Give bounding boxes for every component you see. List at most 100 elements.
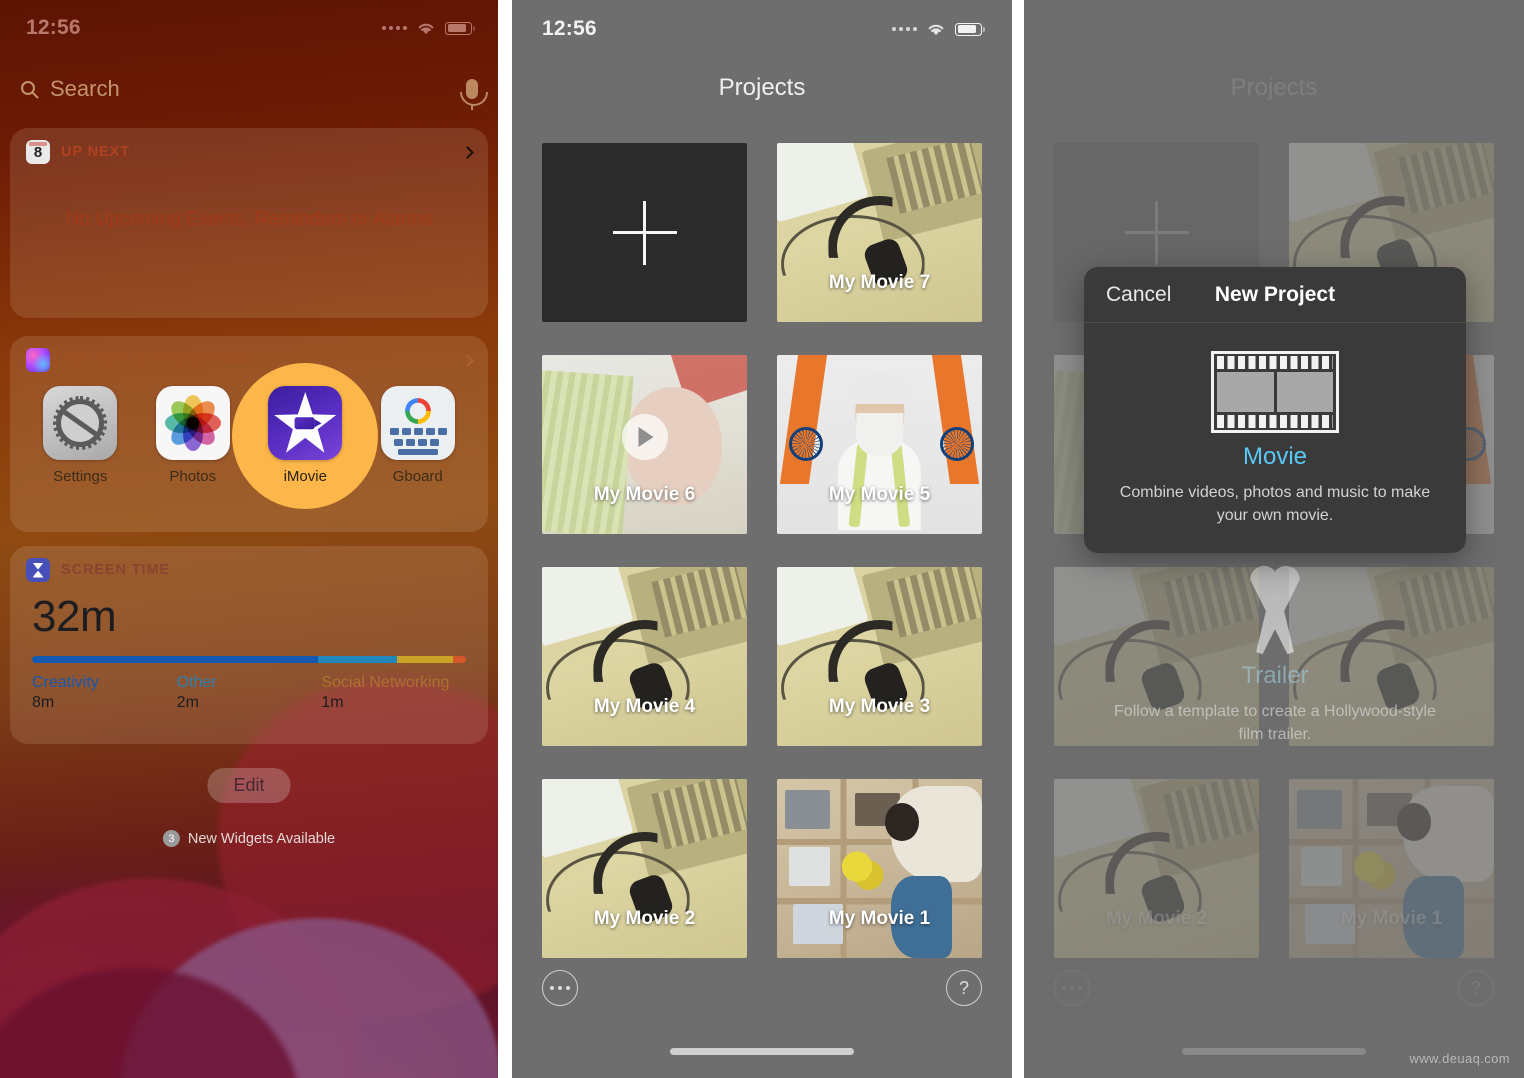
- project-label: My Movie 1: [828, 908, 931, 929]
- gboard-keyboard-icon: [380, 386, 455, 460]
- wifi-icon: [418, 23, 434, 34]
- play-icon: [621, 414, 668, 461]
- project-label: My Movie 2: [593, 908, 696, 929]
- panel-today-view: 12:56 Search 8 UP NEXT No Upcoming Event…: [0, 0, 498, 1078]
- project-thumbnail: [542, 779, 747, 958]
- project-tile[interactable]: My Movie 7: [777, 143, 982, 322]
- legend-item: Creativity 8m: [32, 674, 177, 712]
- movie-option[interactable]: Movie Combine videos, photos and music t…: [1084, 323, 1466, 553]
- project-label: My Movie 5: [828, 484, 931, 505]
- app-suggestion-photos[interactable]: Photos: [145, 386, 241, 485]
- legend-item: Social Networking 1m: [321, 674, 466, 712]
- app-suggestion-imovie[interactable]: iMovie: [232, 362, 379, 509]
- project-label: My Movie 3: [828, 696, 931, 717]
- app-suggestion-gboard[interactable]: Gboard: [370, 386, 466, 485]
- imovie-star-icon: [268, 386, 343, 460]
- siri-icon: [26, 348, 50, 372]
- cancel-button[interactable]: Cancel: [1106, 283, 1171, 307]
- legend-value: 1m: [321, 694, 344, 711]
- hourglass-icon: [26, 558, 50, 582]
- app-label: iMovie: [283, 468, 327, 485]
- search-icon: [21, 80, 39, 98]
- new-widgets-badge: 3: [162, 830, 180, 847]
- settings-gear-icon: [43, 386, 118, 460]
- search-bar[interactable]: Search: [0, 68, 498, 110]
- project-tile[interactable]: My Movie 5: [777, 355, 982, 534]
- widget-screen-time[interactable]: SCREEN TIME 32m Creativity 8m Other 2m S…: [10, 546, 488, 744]
- help-question-icon[interactable]: ?: [946, 970, 982, 1006]
- project-tile[interactable]: My Movie 2: [542, 779, 747, 958]
- project-tile[interactable]: My Movie 1: [777, 779, 982, 958]
- movie-title: Movie: [1242, 443, 1308, 470]
- new-widgets-available[interactable]: 3 New Widgets Available: [162, 830, 336, 847]
- legend-item: Other 2m: [177, 674, 322, 712]
- chevron-right-icon[interactable]: [461, 563, 474, 577]
- status-bar: 12:56: [0, 0, 498, 56]
- screen-time-legend: Creativity 8m Other 2m Social Networking…: [32, 674, 466, 712]
- screen-time-bar: [32, 656, 466, 663]
- app-suggestions-row: Settings Photos iMovie Gboard: [10, 362, 488, 509]
- watermark: www.deuaq.com: [1409, 1051, 1510, 1066]
- status-bar-time: 12:56: [26, 16, 81, 39]
- legend-name: Social Networking: [321, 674, 450, 691]
- panel-imovie-projects: 12:56 Projects My Movie 7 My Movie 6 My …: [512, 0, 1012, 1078]
- new-project-modal: Cancel New Project Movie Combine videos,…: [1084, 267, 1466, 554]
- legend-name: Creativity: [32, 674, 99, 691]
- photos-flower-icon: [155, 386, 230, 460]
- create-new-project-tile[interactable]: [542, 143, 747, 322]
- plus-icon: [612, 200, 677, 265]
- battery-icon: [955, 22, 985, 36]
- widget-title: SIRI APP SUGGESTIONS: [61, 352, 251, 368]
- legend-value: 8m: [32, 694, 55, 711]
- project-tile[interactable]: My Movie 4: [542, 567, 747, 746]
- project-label: My Movie 7: [828, 272, 931, 293]
- calendar-icon: 8: [26, 140, 50, 164]
- widget-header: SIRI APP SUGGESTIONS: [10, 336, 488, 372]
- new-widgets-label: New Widgets Available: [187, 830, 336, 847]
- project-thumbnail: [777, 567, 982, 746]
- app-label: Photos: [169, 468, 217, 485]
- project-thumbnail: [542, 567, 747, 746]
- movie-description: Combine videos, photos and music to make…: [1119, 484, 1431, 525]
- widget-header: SCREEN TIME: [10, 546, 488, 582]
- modal-header: Cancel New Project: [1084, 267, 1466, 323]
- search-input[interactable]: Search: [20, 76, 120, 102]
- wifi-icon: [928, 24, 944, 35]
- signal-dots-icon: [382, 26, 407, 30]
- search-placeholder: Search: [50, 76, 120, 101]
- project-tile[interactable]: My Movie 6: [542, 355, 747, 534]
- chevron-right-icon[interactable]: [461, 145, 474, 159]
- widget-title: SCREEN TIME: [61, 562, 170, 578]
- widget-siri-app-suggestions[interactable]: SIRI APP SUGGESTIONS Settings Photos iMo…: [10, 336, 488, 532]
- app-suggestion-settings[interactable]: Settings: [32, 386, 128, 485]
- project-label: My Movie 4: [593, 696, 696, 717]
- more-dots-icon[interactable]: [542, 970, 578, 1006]
- home-indicator: [670, 1048, 854, 1055]
- project-label: My Movie 6: [593, 484, 696, 505]
- trailer-title: Trailer: [1241, 662, 1309, 689]
- microphone-icon[interactable]: [460, 79, 488, 110]
- status-bar: 12:56: [512, 0, 1012, 58]
- calendar-day-number: 8: [33, 144, 43, 161]
- app-label: Gboard: [392, 468, 443, 485]
- trailer-option[interactable]: Trailer Follow a template to create a Ho…: [1084, 560, 1466, 746]
- widget-title: UP NEXT: [61, 144, 130, 160]
- project-tile[interactable]: My Movie 3: [777, 567, 982, 746]
- project-thumbnail: [777, 143, 982, 322]
- screen-time-total: 32m: [32, 592, 117, 641]
- projects-grid: My Movie 7 My Movie 6 My Movie 5 My Movi…: [542, 143, 982, 958]
- clapperboard-icon: [1227, 560, 1323, 656]
- edit-button[interactable]: Edit: [207, 768, 291, 803]
- battery-icon: [445, 21, 475, 35]
- page-title: Projects: [718, 74, 806, 101]
- panel-new-project-dialog: Projects: [1024, 0, 1524, 1078]
- signal-dots-icon: [892, 27, 917, 31]
- film-strip-icon: [1211, 351, 1339, 433]
- up-next-message: No Upcoming Events, Reminders or Alarms: [65, 209, 433, 230]
- status-bar-time: 12:56: [542, 17, 597, 40]
- screenshot-stage: 12:56 Search 8 UP NEXT No Upcoming Event…: [0, 0, 1524, 1078]
- legend-value: 2m: [176, 694, 199, 711]
- chevron-right-icon[interactable]: [461, 353, 474, 367]
- status-bar-indicators: [382, 21, 475, 36]
- widget-up-next[interactable]: 8 UP NEXT No Upcoming Events, Reminders …: [10, 128, 488, 318]
